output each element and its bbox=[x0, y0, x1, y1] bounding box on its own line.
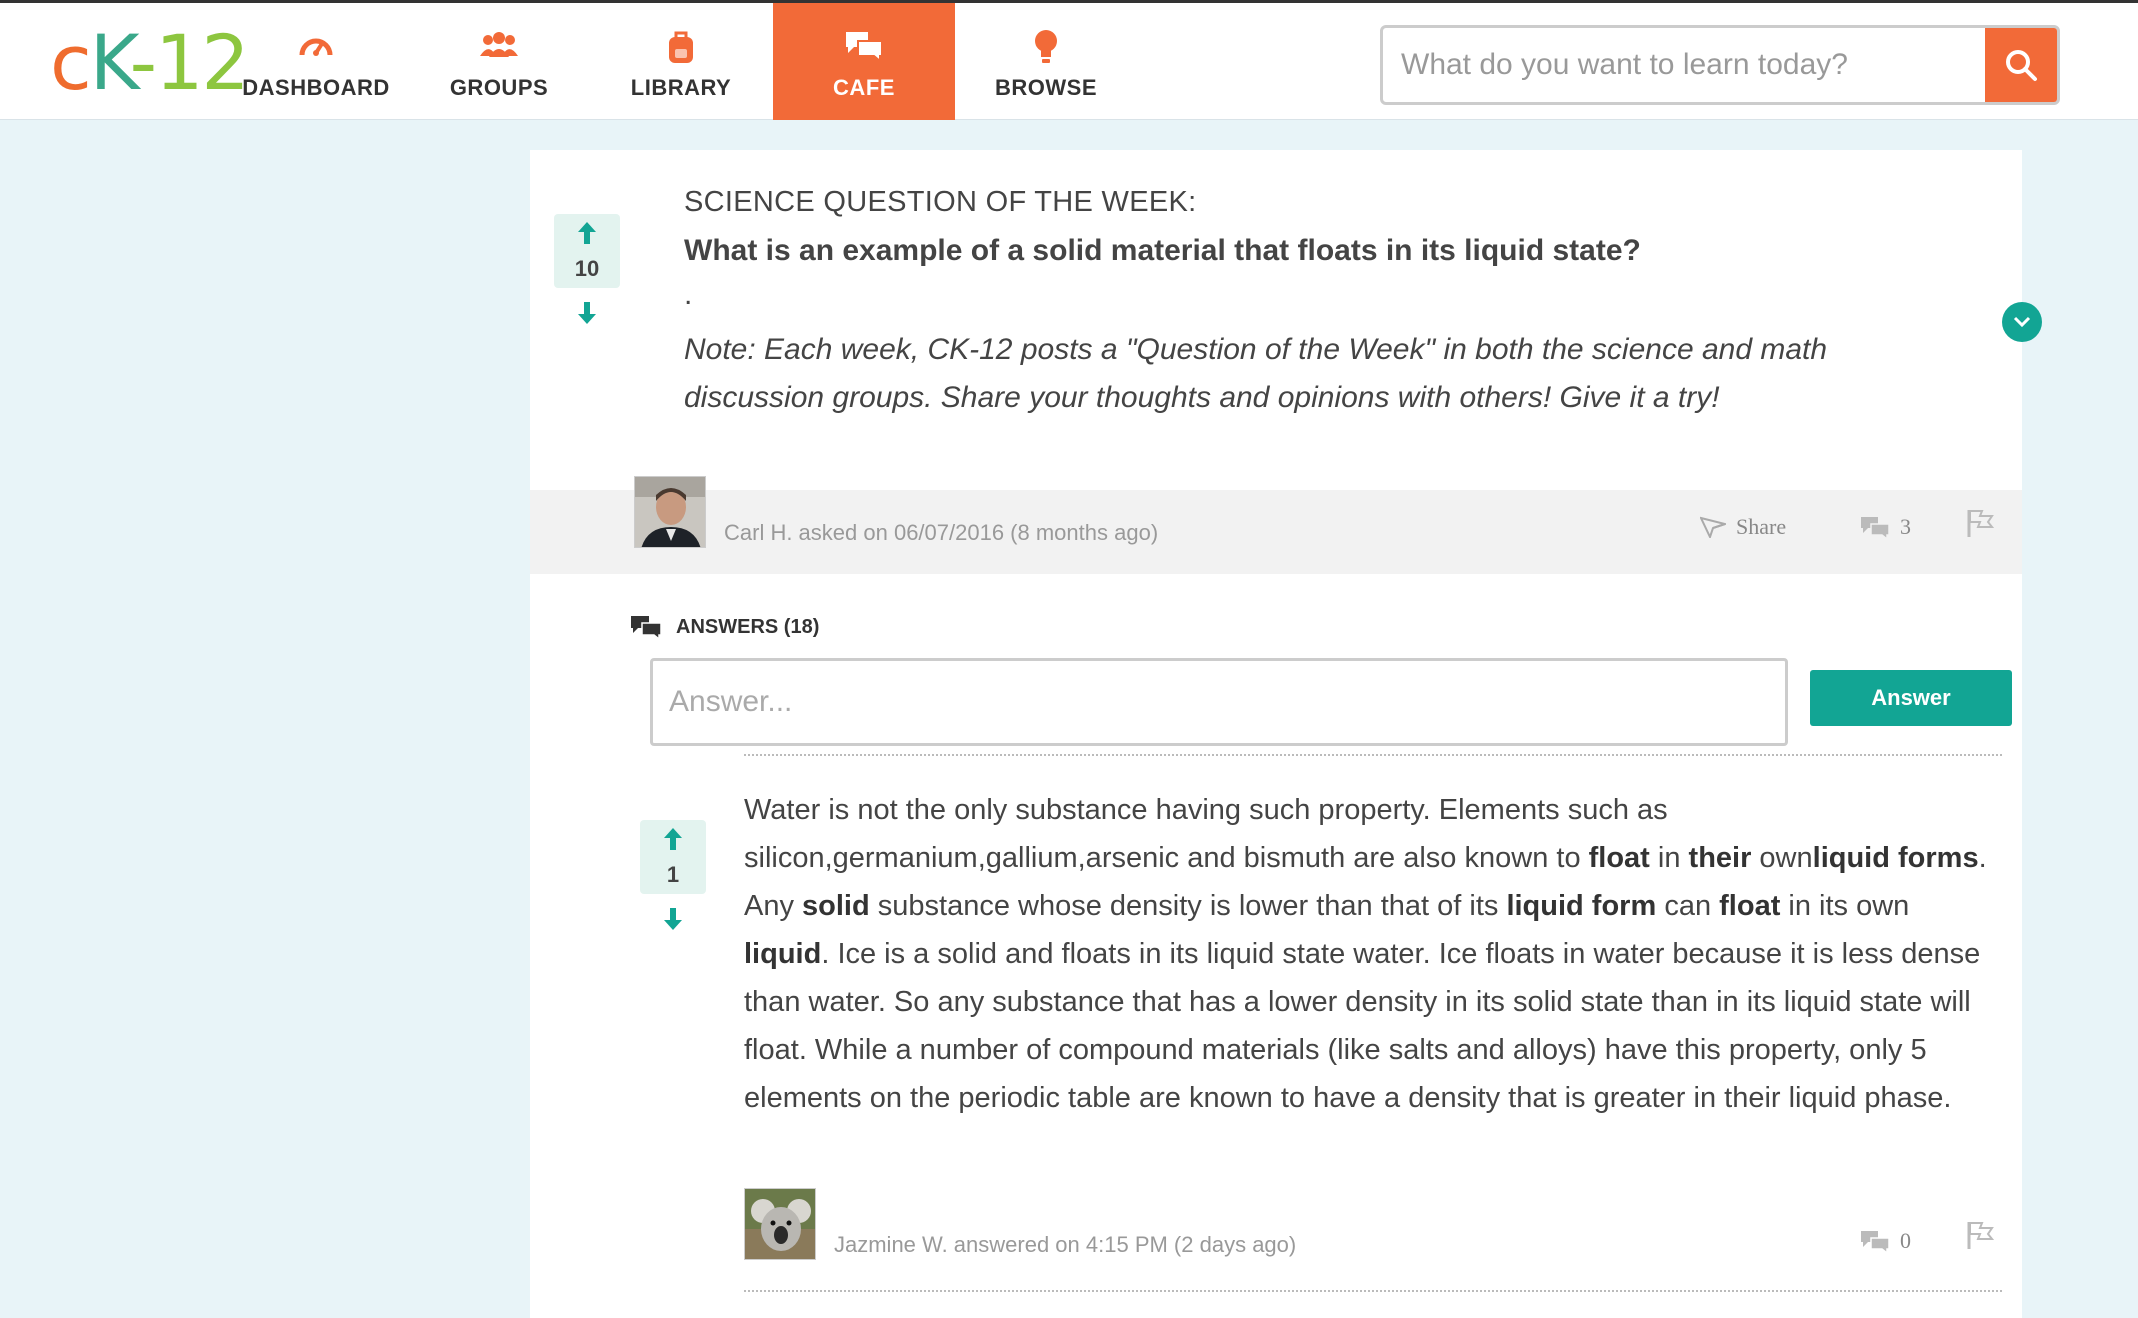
answer-upvote-button[interactable] bbox=[640, 828, 706, 850]
answer-text-bold: solid bbox=[802, 890, 870, 922]
question-flag-button[interactable] bbox=[1966, 508, 1994, 538]
backpack-icon bbox=[669, 31, 693, 63]
answer-text-bold: float bbox=[1719, 890, 1781, 922]
divider bbox=[744, 754, 2002, 756]
arrow-down-icon bbox=[664, 908, 682, 930]
flag-icon bbox=[1967, 1222, 1994, 1249]
answer-downvote-button[interactable] bbox=[640, 908, 706, 930]
question-dot: . bbox=[684, 278, 693, 311]
answer-text-segment: . Ice is a solid and floats in its liqui… bbox=[744, 938, 1981, 1114]
group-icon bbox=[480, 32, 518, 57]
expand-button[interactable] bbox=[2002, 302, 2042, 342]
answer-text-bold: liquid forms bbox=[1812, 842, 1979, 874]
answers-heading: ANSWERS (18) bbox=[630, 614, 819, 640]
nav-dashboard-label: DASHBOARD bbox=[242, 75, 390, 100]
upvote-button[interactable] bbox=[554, 222, 620, 244]
question-comments-button[interactable]: 3 bbox=[1860, 514, 1911, 540]
arrow-down-icon bbox=[578, 302, 596, 324]
answer-submit-button[interactable]: Answer bbox=[1810, 670, 2012, 726]
question-comment-count: 3 bbox=[1900, 514, 1911, 539]
lightbulb-icon bbox=[1035, 30, 1057, 63]
answer-text-segment: in bbox=[1649, 842, 1689, 874]
answer-flag-button[interactable] bbox=[1966, 1220, 1994, 1250]
question-kicker: SCIENCE QUESTION OF THE WEEK: bbox=[684, 186, 1197, 218]
nav-browse[interactable]: BROWSE bbox=[955, 3, 1137, 120]
answers-heading-label: ANSWERS (18) bbox=[676, 615, 820, 638]
downvote-button[interactable] bbox=[554, 302, 620, 324]
comments-icon bbox=[1861, 517, 1890, 539]
answer-comment-count: 0 bbox=[1900, 1228, 1911, 1253]
comments-icon bbox=[1861, 1231, 1890, 1253]
question-meta-bar: Carl H. asked on 06/07/2016 (8 months ag… bbox=[530, 476, 2022, 574]
search-icon bbox=[2006, 50, 2037, 81]
answer-input[interactable] bbox=[650, 658, 1788, 746]
answerer-meta: Jazmine W. answered on 4:15 PM (2 days a… bbox=[834, 1232, 1297, 1257]
answer-text: Water is not the only substance having s… bbox=[744, 786, 1994, 1122]
answer-text-segment: Water is not the only substance having s… bbox=[744, 794, 1668, 874]
nav-groups-label: GROUPS bbox=[449, 75, 549, 100]
person-photo-icon bbox=[635, 477, 705, 547]
question-note: Note: Each week, CK-12 posts a "Question… bbox=[684, 333, 1828, 414]
divider bbox=[744, 1290, 2002, 1292]
share-button[interactable]: Share bbox=[1700, 514, 1786, 540]
search-input[interactable] bbox=[1401, 28, 1961, 102]
answer-vote-box: 1 bbox=[640, 820, 706, 894]
search-box bbox=[1380, 25, 2060, 105]
answer-text-segment: own bbox=[1751, 842, 1813, 874]
koala-photo-icon bbox=[745, 1189, 815, 1259]
chevron-down-icon bbox=[2013, 316, 2031, 328]
answer-vote: 1 bbox=[640, 820, 706, 930]
answer-text-bold: float bbox=[1588, 842, 1650, 874]
question-vote-box: 10 bbox=[554, 214, 620, 288]
asker-meta: Carl H. asked on 06/07/2016 (8 months ag… bbox=[724, 520, 1159, 545]
logo-k: K bbox=[89, 18, 132, 107]
ck12-logo[interactable]: cK-12 bbox=[50, 25, 250, 101]
answer-text-segment: substance whose density is lower than th… bbox=[869, 890, 1507, 922]
arrow-up-icon bbox=[664, 828, 682, 850]
answer-vote-count: 1 bbox=[666, 862, 680, 887]
top-navigation-bar: cK-12 DASHBOARD GROUPS LIBRARY CAFE BROW… bbox=[0, 0, 2138, 120]
nav-dashboard[interactable]: DASHBOARD bbox=[225, 3, 407, 120]
answer-text-segment: in its own bbox=[1780, 890, 1910, 922]
question-card: 10 SCIENCE QUESTION OF THE WEEK: What is… bbox=[530, 150, 2042, 1318]
nav-cafe[interactable]: CAFE bbox=[773, 3, 955, 120]
share-label: Share bbox=[1736, 514, 1787, 539]
question-vote: 10 bbox=[554, 214, 620, 324]
chat-bubbles-icon bbox=[846, 32, 883, 63]
nav-library-label: LIBRARY bbox=[630, 75, 732, 100]
logo-c: c bbox=[50, 18, 92, 107]
paper-plane-icon bbox=[1700, 516, 1726, 538]
asker-avatar[interactable] bbox=[634, 476, 706, 548]
answer-text-bold: liquid form bbox=[1506, 890, 1657, 922]
search-button[interactable] bbox=[1985, 28, 2057, 102]
nav-groups[interactable]: GROUPS bbox=[408, 3, 590, 120]
answer-text-bold: their bbox=[1688, 842, 1752, 874]
question-title: What is an example of a solid material t… bbox=[684, 234, 1641, 267]
answerer-avatar[interactable] bbox=[744, 1188, 816, 1260]
comments-icon bbox=[631, 616, 662, 640]
answer-text-bold: liquid bbox=[744, 938, 822, 970]
nav-library[interactable]: LIBRARY bbox=[590, 3, 772, 120]
answer-text-segment: can bbox=[1656, 890, 1720, 922]
arrow-up-icon bbox=[578, 222, 596, 244]
nav-cafe-label: CAFE bbox=[833, 75, 895, 100]
question-vote-count: 10 bbox=[574, 256, 600, 281]
flag-icon bbox=[1967, 510, 1994, 537]
gauge-icon bbox=[299, 38, 333, 56]
answer-comments-button[interactable]: 0 bbox=[1860, 1228, 1911, 1254]
nav-browse-label: BROWSE bbox=[995, 75, 1097, 100]
